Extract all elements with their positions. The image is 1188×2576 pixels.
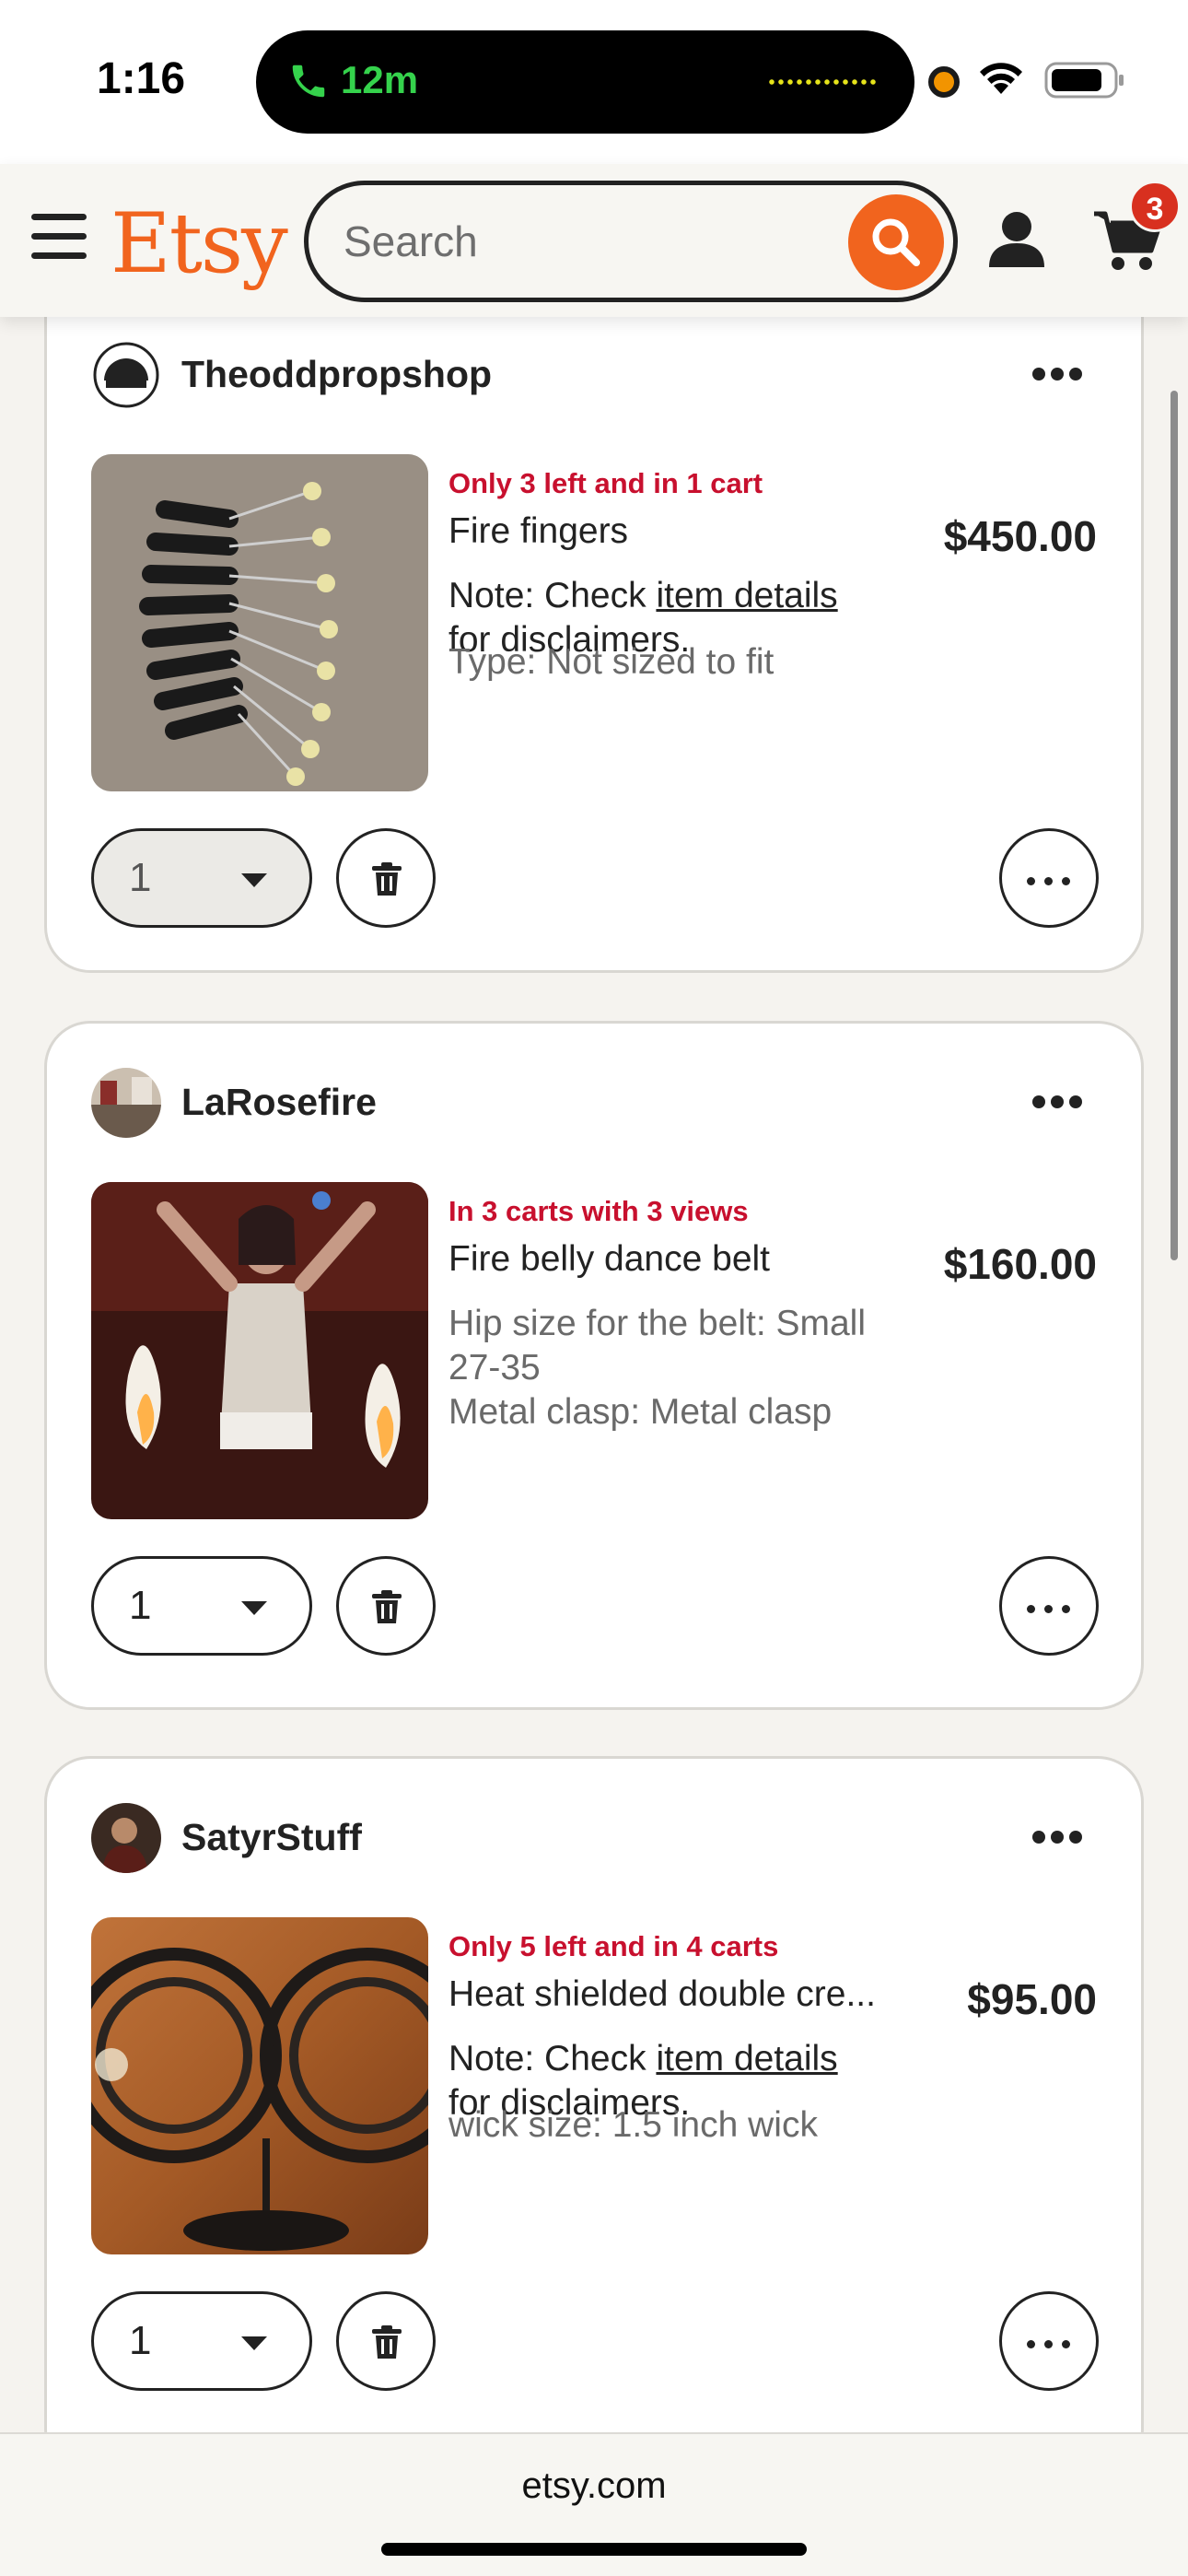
shop-more-options-icon[interactable] xyxy=(1032,1831,1088,1849)
status-bar: 1:16 12m xyxy=(0,0,1188,164)
browser-domain[interactable]: etsy.com xyxy=(0,2465,1188,2507)
user-account-icon[interactable] xyxy=(982,205,1052,275)
microphone-indicator-icon xyxy=(928,66,960,98)
remove-item-button[interactable] xyxy=(336,2291,436,2391)
quantity-value: 1 xyxy=(129,2318,152,2363)
item-thumbnail[interactable] xyxy=(91,1917,428,2254)
item-price: $160.00 xyxy=(943,1240,1097,1288)
shop-avatar[interactable] xyxy=(91,1068,161,1138)
shop-name[interactable]: SatyrStuff xyxy=(181,1816,362,1859)
quantity-value: 1 xyxy=(129,1583,152,1628)
chevron-down-icon xyxy=(241,1601,267,1615)
item-thumbnail[interactable] xyxy=(91,1182,428,1519)
note-prefix: Note: Check xyxy=(448,576,657,615)
shop-avatar[interactable] xyxy=(91,340,161,410)
item-title[interactable]: Fire belly dance belt xyxy=(448,1239,927,1280)
home-indicator[interactable] xyxy=(381,2543,807,2556)
scrollbar[interactable] xyxy=(1171,391,1178,1260)
urgency-label: Only 5 left and in 4 carts xyxy=(448,1930,779,1962)
quantity-select[interactable]: 1 xyxy=(91,828,312,928)
trash-icon xyxy=(372,1590,402,1623)
quantity-value: 1 xyxy=(129,855,152,900)
search-icon xyxy=(872,218,920,266)
note-prefix: Note: Check xyxy=(448,2039,657,2078)
urgency-label: Only 3 left and in 1 cart xyxy=(448,467,763,499)
item-more-options-button[interactable] xyxy=(999,828,1099,928)
call-waveform-icon xyxy=(767,78,878,86)
shop-avatar[interactable] xyxy=(91,1803,161,1873)
chevron-down-icon xyxy=(241,873,267,887)
phone-call-icon xyxy=(292,64,325,98)
item-details-link[interactable]: item details xyxy=(656,2039,837,2078)
search-button[interactable] xyxy=(848,194,944,290)
search-input[interactable] xyxy=(344,213,841,270)
item-more-options-button[interactable] xyxy=(999,1556,1099,1656)
browser-bottom-bar: etsy.com xyxy=(0,2432,1188,2576)
trash-icon xyxy=(372,2325,402,2359)
quantity-select[interactable]: 1 xyxy=(91,2291,312,2391)
item-details-link[interactable]: item details xyxy=(656,576,837,615)
status-time: 1:16 xyxy=(97,54,186,103)
cart-count-badge: 3 xyxy=(1129,181,1181,232)
shop-more-options-icon[interactable] xyxy=(1032,368,1088,386)
cart-item-card: SatyrStuff Only 5 left and in 4 carts He… xyxy=(44,1756,1144,2432)
app-header: Etsy 3 xyxy=(0,164,1188,317)
battery-icon xyxy=(1044,62,1124,99)
item-variation: Hip size for the belt: Small 27-35 xyxy=(448,1304,867,1388)
item-price: $450.00 xyxy=(943,512,1097,560)
hamburger-menu-icon[interactable] xyxy=(31,214,87,260)
etsy-logo[interactable]: Etsy xyxy=(111,195,288,292)
search-bar[interactable] xyxy=(304,181,958,302)
cart-item-card: Theoddpropshop Only 3 left and in 1 cart… xyxy=(44,317,1144,973)
quantity-select[interactable]: 1 xyxy=(91,1556,312,1656)
item-variation: Type: Not sized to fit xyxy=(448,642,775,682)
call-timer: 12m xyxy=(341,58,419,101)
chevron-down-icon xyxy=(241,2336,267,2350)
cart-list: Theoddpropshop Only 3 left and in 1 cart… xyxy=(0,317,1188,2432)
wifi-icon xyxy=(980,63,1022,94)
shop-name[interactable]: LaRosefire xyxy=(181,1081,377,1124)
item-more-options-button[interactable] xyxy=(999,2291,1099,2391)
urgency-label: In 3 carts with 3 views xyxy=(448,1195,749,1227)
item-title[interactable]: Heat shielded double cre... xyxy=(448,1974,909,2015)
trash-icon xyxy=(372,862,402,896)
item-thumbnail[interactable] xyxy=(91,454,428,791)
shop-name[interactable]: Theoddpropshop xyxy=(181,353,492,396)
remove-item-button[interactable] xyxy=(336,1556,436,1656)
item-variation: Metal clasp: Metal clasp xyxy=(448,1392,833,1432)
item-variation: wick size: 1.5 inch wick xyxy=(448,2105,818,2145)
remove-item-button[interactable] xyxy=(336,828,436,928)
dynamic-island[interactable]: 12m xyxy=(256,30,914,134)
cart-item-card: LaRosefire In 3 carts with 3 views Fire … xyxy=(44,1021,1144,1710)
item-price: $95.00 xyxy=(967,1975,1097,2023)
item-title[interactable]: Fire fingers xyxy=(448,511,927,552)
shop-more-options-icon[interactable] xyxy=(1032,1095,1088,1114)
